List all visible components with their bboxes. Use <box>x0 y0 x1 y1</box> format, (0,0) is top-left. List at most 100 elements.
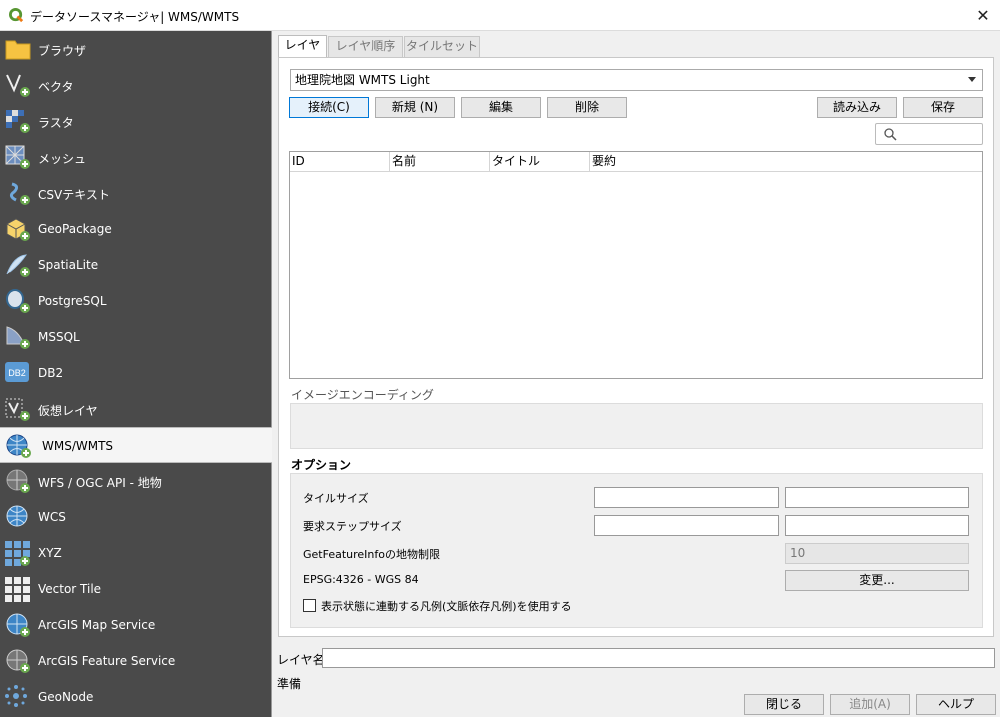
sidebar-item-label: ArcGIS Map Service <box>38 618 156 632</box>
xyz-icon <box>5 541 30 566</box>
search-icon <box>884 128 897 141</box>
sidebar-item-label: Vector Tile <box>38 582 102 596</box>
sidebar-item-label: SpatiaLite <box>38 258 99 272</box>
sidebar-item-label: MSSQL <box>38 330 80 344</box>
chevron-down-icon <box>968 77 976 82</box>
wms-icon <box>6 434 31 458</box>
delete-connection-button[interactable]: 削除 <box>547 97 627 118</box>
tab-tilesets[interactable]: タイルセット <box>404 36 480 57</box>
sidebar-item-wcs[interactable]: WCS <box>0 499 272 535</box>
sidebar-item-label: メッシュ <box>38 152 87 166</box>
sidebar-item-db2[interactable]: DB2 DB2 <box>0 355 272 391</box>
qgis-logo-icon <box>9 8 24 23</box>
sidebar-item-mesh[interactable]: メッシュ <box>0 139 272 175</box>
sidebar-item-postgresql[interactable]: PostgreSQL <box>0 283 272 319</box>
step-height-field[interactable] <box>785 515 969 536</box>
sidebar-item-browser[interactable]: ブラウザ <box>0 31 272 67</box>
tab-layer-order[interactable]: レイヤ順序 <box>328 36 403 57</box>
column-title[interactable]: タイトル <box>490 152 590 172</box>
sidebar-splitter[interactable] <box>272 31 276 717</box>
add-button[interactable]: 追加(A) <box>830 694 910 715</box>
window-title: データソースマネージャ| WMS/WMTS <box>30 10 240 24</box>
title-bar: データソースマネージャ| WMS/WMTS ✕ <box>0 0 1000 31</box>
raster-icon <box>6 110 30 133</box>
sidebar-item-geonode[interactable]: GeoNode <box>0 679 272 715</box>
sidebar-item-xyz[interactable]: XYZ <box>0 535 272 571</box>
search-input[interactable] <box>875 123 983 145</box>
sidebar-item-label: DB2 <box>38 366 64 380</box>
close-window-icon[interactable]: ✕ <box>972 5 994 27</box>
mesh-icon <box>5 145 30 169</box>
column-abstract[interactable]: 要約 <box>590 152 982 172</box>
layer-name-field[interactable] <box>322 648 995 668</box>
layer-name-label: レイヤ名 <box>277 653 325 667</box>
sidebar-item-label: WCS <box>38 510 66 524</box>
feature-info-limit-field[interactable]: 10 <box>785 543 969 564</box>
sidebar-item-arcgis-map[interactable]: ArcGIS Map Service <box>0 607 272 643</box>
sidebar-item-vector[interactable]: ベクタ <box>0 67 272 103</box>
spatialite-icon <box>6 254 30 277</box>
step-width-field[interactable] <box>594 515 779 536</box>
arcgis-feature-icon <box>6 649 30 673</box>
sidebar-item-label: GeoPackage <box>38 222 112 236</box>
tile-height-field[interactable] <box>785 487 969 508</box>
tab-layers[interactable]: レイヤ <box>278 35 327 57</box>
legend-checkbox-label: 表示状態に連動する凡例(文脈依存凡例)を使用する <box>321 600 572 613</box>
db2-icon: DB2 <box>5 362 29 382</box>
sidebar-item-wms-wmts[interactable]: WMS/WMTS <box>0 427 272 463</box>
sidebar-item-label: GeoNode <box>38 690 94 704</box>
column-id[interactable]: ID <box>290 152 390 172</box>
folder-icon <box>5 40 31 60</box>
status-text: 準備 <box>277 677 302 691</box>
new-connection-button[interactable]: 新規 (N) <box>375 97 455 118</box>
wfs-icon <box>6 469 30 493</box>
sidebar-item-virtual-layer[interactable]: 仮想レイヤ <box>0 391 272 427</box>
sidebar-item-label: 仮想レイヤ <box>38 404 98 418</box>
connect-button[interactable]: 接続(C) <box>289 97 369 118</box>
edit-connection-button[interactable]: 編集 <box>461 97 541 118</box>
image-encoding-group <box>290 403 983 449</box>
source-sidebar: ブラウザ ベクタ ラスタ メッシュ CSVテキスト GeoPackage Spa… <box>0 31 272 717</box>
table-header: ID 名前 タイトル 要約 <box>290 152 982 172</box>
connection-select[interactable]: 地理院地図 WMTS Light <box>290 69 983 91</box>
sidebar-item-spatialite[interactable]: SpatiaLite <box>0 247 272 283</box>
change-crs-button[interactable]: 変更... <box>785 570 969 591</box>
feature-info-label: GetFeatureInfoの地物制限 <box>303 548 440 561</box>
vector-tile-icon <box>5 577 30 602</box>
sidebar-item-label: WFS / OGC API - 地物 <box>38 476 162 490</box>
sidebar-item-label: PostgreSQL <box>38 294 107 308</box>
help-button[interactable]: ヘルプ <box>916 694 996 715</box>
request-step-label: 要求ステップサイズ <box>303 520 402 533</box>
csv-icon <box>9 182 30 205</box>
sidebar-item-raster[interactable]: ラスタ <box>0 103 272 139</box>
sidebar-item-arcgis-feature[interactable]: ArcGIS Feature Service <box>0 643 272 679</box>
load-button[interactable]: 読み込み <box>817 97 897 118</box>
connection-select-value: 地理院地図 WMTS Light <box>295 73 430 87</box>
sidebar-item-csv[interactable]: CSVテキスト <box>0 175 272 211</box>
save-button[interactable]: 保存 <box>903 97 983 118</box>
tile-width-field[interactable] <box>594 487 779 508</box>
close-button[interactable]: 閉じる <box>744 694 824 715</box>
sidebar-item-label: ブラウザ <box>38 44 87 58</box>
column-name[interactable]: 名前 <box>390 152 490 172</box>
geopackage-icon <box>6 218 30 241</box>
sidebar-item-label: WMS/WMTS <box>42 439 114 453</box>
sidebar-item-vector-tile[interactable]: Vector Tile <box>0 571 272 607</box>
sidebar-item-label: CSVテキスト <box>38 188 110 202</box>
virtual-layer-icon <box>5 398 30 421</box>
sidebar-item-label: ラスタ <box>38 116 74 130</box>
options-title: オプション <box>291 458 352 472</box>
mssql-icon <box>6 326 30 349</box>
sidebar-item-wfs[interactable]: WFS / OGC API - 地物 <box>0 463 272 499</box>
wcs-icon <box>6 505 28 527</box>
sidebar-item-mssql[interactable]: MSSQL <box>0 319 272 355</box>
vector-icon <box>6 74 30 97</box>
arcgis-map-icon <box>6 613 30 637</box>
legend-checkbox[interactable] <box>303 599 316 612</box>
crs-label: EPSG:4326 - WGS 84 <box>303 573 419 586</box>
sidebar-item-geopackage[interactable]: GeoPackage <box>0 211 272 247</box>
postgresql-icon <box>6 289 30 313</box>
tile-size-label: タイルサイズ <box>303 492 369 505</box>
layers-table[interactable]: ID 名前 タイトル 要約 <box>289 151 983 379</box>
image-encoding-label: イメージエンコーディング <box>291 388 434 402</box>
